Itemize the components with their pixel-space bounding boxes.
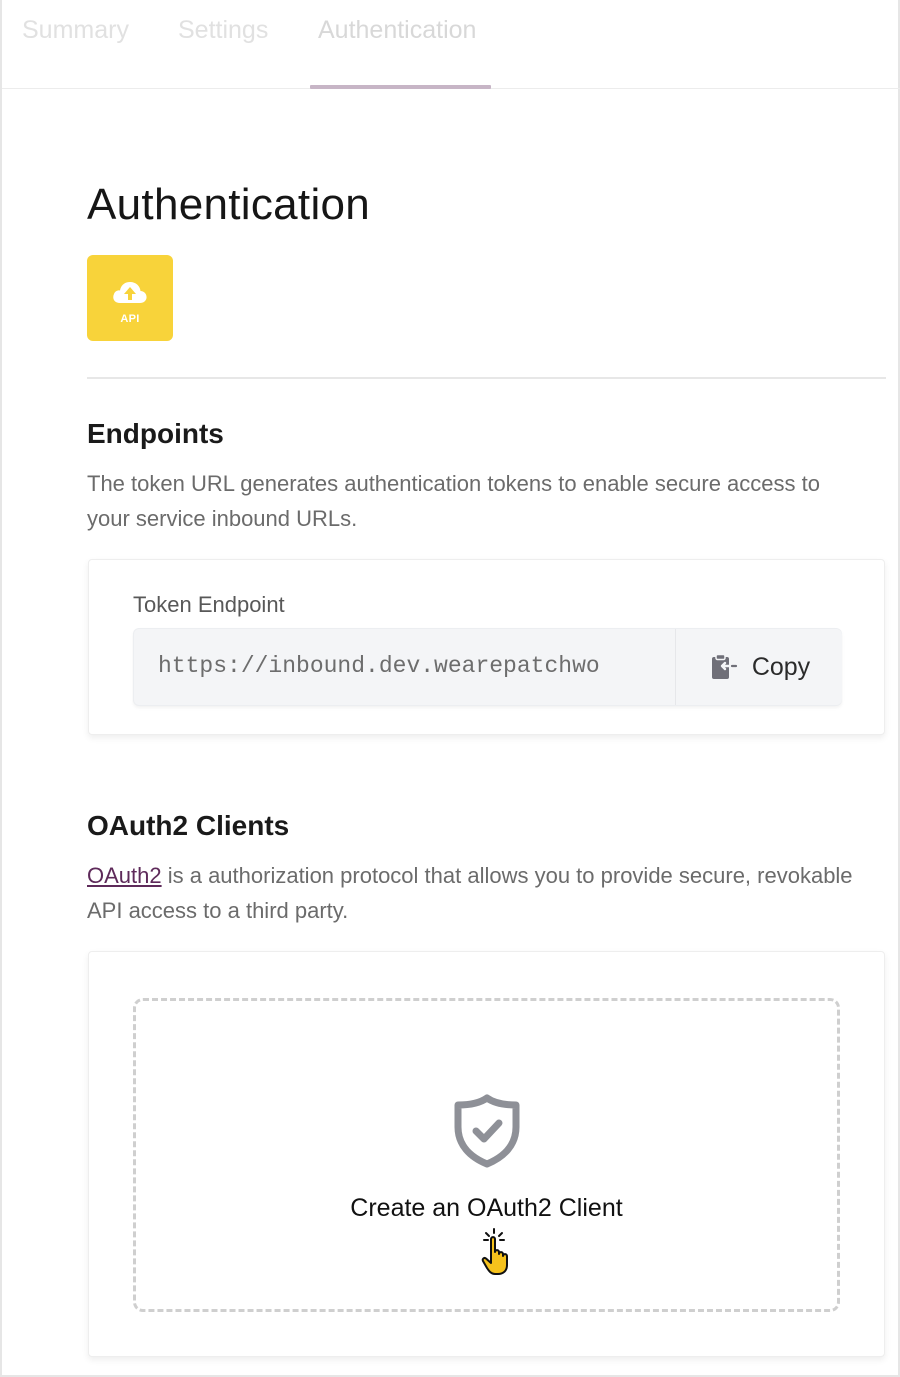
copy-button[interactable]: Copy: [675, 629, 842, 705]
endpoints-title: Endpoints: [87, 418, 224, 449]
copy-button-label: Copy: [751, 652, 811, 681]
page-frame: Summary Settings Authentication Authenti…: [0, 0, 900, 1377]
cloud-upload-icon: [113, 282, 147, 303]
shield-check-icon: [454, 1094, 519, 1168]
tab-settings[interactable]: Settings: [178, 16, 268, 45]
tab-bar: Summary Settings Authentication: [2, 0, 900, 89]
oauth-description-text: is a authorization protocol that allows …: [87, 863, 853, 923]
token-endpoint-field: https://inbound.dev.wearepatchwo Copy: [133, 628, 842, 706]
active-tab-indicator: [310, 85, 491, 89]
api-badge-label: API: [120, 313, 140, 325]
section-divider: [87, 377, 886, 379]
pointer-cursor-icon: [481, 1228, 508, 1275]
oauth2-link[interactable]: OAuth2: [87, 863, 162, 888]
tab-summary[interactable]: Summary: [22, 16, 129, 45]
oauth-clients-title: OAuth2 Clients: [87, 810, 290, 841]
token-endpoint-label: Token Endpoint: [133, 592, 285, 617]
oauth-clients-card: Create an OAuth2 Client: [88, 951, 885, 1357]
create-oauth-client-label[interactable]: Create an OAuth2 Client: [350, 1194, 622, 1223]
create-oauth-client-dropzone[interactable]: Create an OAuth2 Client: [133, 998, 840, 1312]
api-badge: API: [87, 255, 173, 341]
token-endpoint-url[interactable]: https://inbound.dev.wearepatchwo: [158, 653, 650, 679]
oauth-description: OAuth2 is a authorization protocol that …: [87, 858, 857, 928]
token-endpoint-card: Token Endpoint https://inbound.dev.weare…: [88, 559, 885, 735]
clipboard-icon: [711, 653, 737, 679]
endpoints-description: The token URL generates authentication t…: [87, 471, 820, 531]
page-title: Authentication: [87, 180, 371, 229]
tab-authentication[interactable]: Authentication: [318, 16, 476, 45]
